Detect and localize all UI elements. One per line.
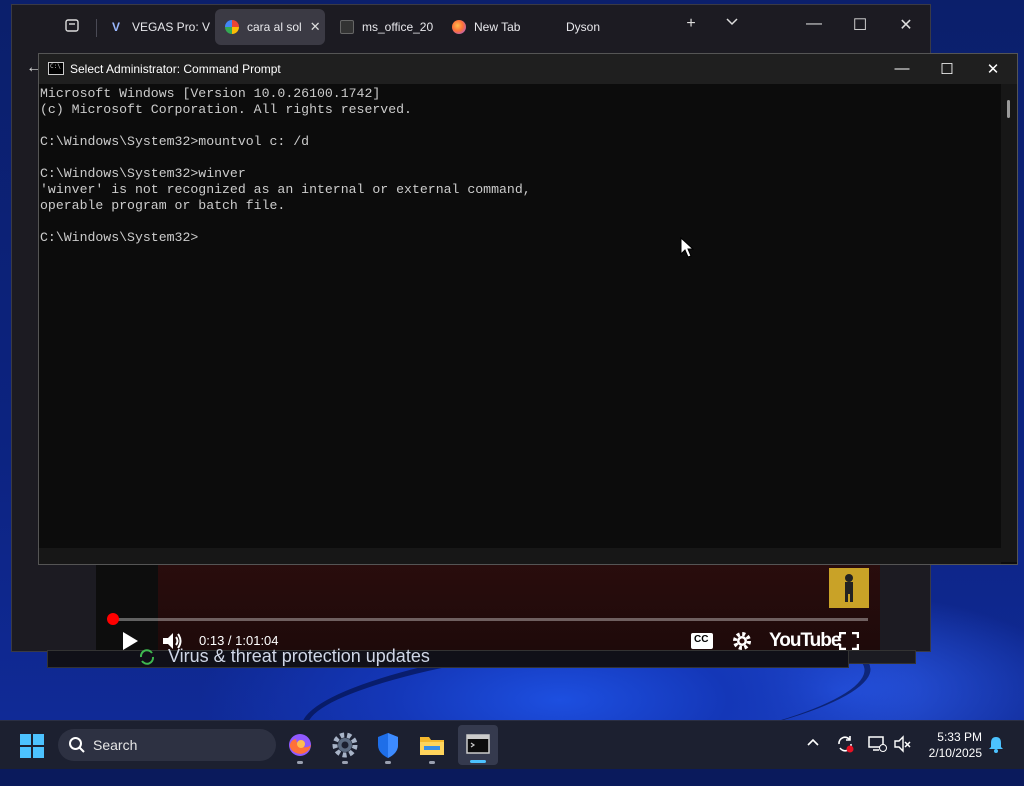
tab-cara-al-sol[interactable]: cara al sol ✕	[215, 9, 325, 45]
close-tab-icon[interactable]: ✕	[310, 19, 321, 35]
cmd-title: Select Administrator: Command Prompt	[70, 62, 281, 76]
file-explorer-taskbar-icon[interactable]	[416, 729, 448, 764]
update-sync-icon[interactable]	[836, 735, 854, 756]
scroll-thumb[interactable]	[1007, 100, 1010, 118]
terminal-taskbar-icon[interactable]	[458, 725, 498, 765]
tab-label: Dyson	[566, 20, 601, 34]
console-line: 'winver' is not recognized as an interna…	[40, 182, 531, 197]
taskbar-search[interactable]: Search	[58, 729, 276, 761]
google-icon	[225, 20, 239, 34]
cmd-bottom-strip	[39, 548, 1001, 564]
cmd-title-bar[interactable]: Select Administrator: Command Prompt — ☐…	[39, 54, 1017, 84]
search-label: Search	[93, 737, 138, 753]
video-progress-bar[interactable]	[107, 613, 868, 625]
notification-text: Virus & threat protection updates	[168, 646, 430, 666]
tab-dyson[interactable]: Dyson	[556, 9, 666, 45]
network-icon[interactable]	[867, 735, 887, 756]
tab-groups-icon[interactable]	[60, 17, 84, 38]
notification-bell-icon[interactable]	[988, 735, 1004, 756]
command-prompt-window[interactable]: Select Administrator: Command Prompt — ☐…	[38, 53, 1018, 565]
console-line: operable program or batch file.	[40, 198, 286, 213]
search-icon	[68, 736, 86, 757]
tab-label: New Tab	[474, 20, 521, 34]
browser-minimize-button[interactable]: —	[802, 15, 826, 33]
console-line: (c) Microsoft Corporation. All rights re…	[40, 102, 412, 117]
browser-tab-bar: V VEGAS Pro: V cara al sol ✕ ms_office_2…	[12, 5, 930, 49]
browser-close-button[interactable]: ✕	[894, 15, 918, 35]
cmd-scrollbar[interactable]	[1001, 84, 1017, 562]
console-output[interactable]: Microsoft Windows [Version 10.0.26100.17…	[39, 84, 1000, 564]
volume-muted-icon[interactable]	[894, 735, 912, 756]
tab-label: ms_office_20	[362, 20, 434, 34]
console-line: C:\Windows\System32>mountvol c: /d	[40, 134, 310, 149]
cmd-close-button[interactable]: ✕	[978, 60, 1008, 78]
clock-time: 5:33 PM	[937, 730, 982, 744]
tab-new-tab[interactable]: New Tab	[442, 9, 552, 45]
clock-date: 2/10/2025	[928, 746, 982, 760]
page-icon	[340, 20, 354, 34]
cmd-maximize-button[interactable]: ☐	[932, 60, 962, 78]
console-line: Microsoft Windows [Version 10.0.26100.17…	[40, 86, 381, 101]
console-icon	[48, 62, 64, 75]
system-clock[interactable]: 5:33 PM 2/10/2025	[922, 729, 982, 761]
browser-maximize-button[interactable]: ☐	[848, 15, 872, 35]
tab-ms-office[interactable]: ms_office_20	[330, 9, 440, 45]
tab-label: cara al sol	[247, 20, 302, 34]
mouse-cursor-icon	[680, 236, 696, 264]
cmd-minimize-button[interactable]: —	[887, 60, 917, 77]
firefox-icon	[452, 20, 466, 34]
security-shield-taskbar-icon[interactable]	[372, 729, 404, 764]
notification-strip-right	[848, 650, 916, 664]
windows-start-icon[interactable]	[20, 734, 44, 758]
new-tab-button[interactable]: +	[679, 15, 703, 33]
taskbar: Search 5:33 PM 2/10/2025	[0, 720, 1024, 769]
console-line: C:\Windows\System32>winver	[40, 166, 246, 181]
settings-taskbar-icon[interactable]	[329, 729, 361, 764]
refresh-shield-icon	[138, 648, 156, 666]
channel-thumbnail[interactable]	[829, 568, 869, 608]
chevron-down-icon[interactable]	[720, 15, 744, 34]
youtube-logo[interactable]: YouTube	[769, 630, 841, 652]
console-line: C:\Windows\System32>	[40, 230, 199, 245]
tab-label: VEGAS Pro: V	[132, 20, 211, 34]
tab-vegas[interactable]: V VEGAS Pro: V	[102, 9, 214, 45]
captions-icon[interactable]: CC	[691, 633, 713, 649]
firefox-taskbar-icon[interactable]	[284, 729, 316, 764]
vegas-icon: V	[112, 20, 121, 34]
chevron-up-icon[interactable]	[806, 735, 820, 752]
